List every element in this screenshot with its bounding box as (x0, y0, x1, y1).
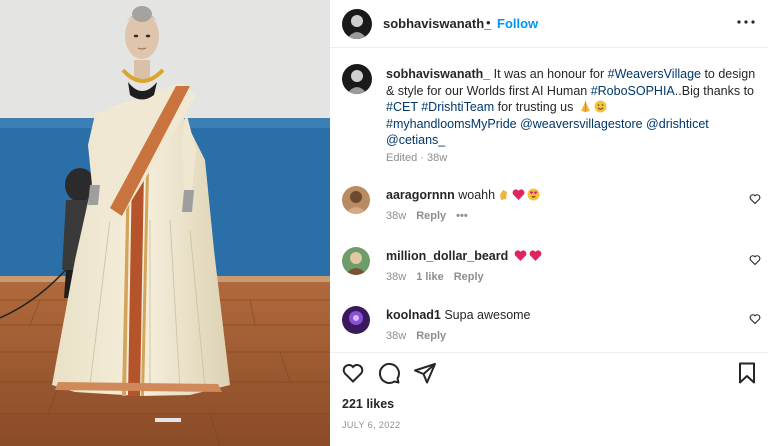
commenter-avatar[interactable] (342, 306, 370, 334)
post-header: sobhaviswanath_ • Follow (330, 0, 768, 48)
caption-text: sobhaviswanath_ It was an honour for #We… (386, 66, 758, 149)
post-action-bar (330, 352, 768, 388)
author-username[interactable]: sobhaviswanath_ (383, 16, 491, 31)
comment-like-heart-icon[interactable] (749, 193, 761, 205)
mention-link[interactable]: @weaversvillagestore (520, 117, 642, 131)
post-date: JULY 6, 2022 (342, 420, 401, 430)
commenter-username[interactable]: aaragornnn (386, 188, 455, 202)
heart-icon[interactable] (341, 361, 365, 385)
comment-meta: 38w Reply ••• (386, 210, 478, 222)
more-horizontal-icon[interactable] (734, 10, 758, 34)
heart-eyes-emoji (527, 188, 540, 201)
comment-body: woahh (454, 188, 496, 202)
post-photo[interactable] (0, 0, 330, 446)
comment-meta: 38w 1 like Reply (386, 271, 494, 283)
comment-item: koolnad1 Supa awesome 38w Reply (330, 302, 768, 354)
caption-text-part: It was an honour for (490, 67, 608, 81)
comment-text: koolnad1 Supa awesome (386, 308, 531, 322)
red-heart-emoji (529, 250, 542, 261)
hashtag-link[interactable]: #CET (386, 100, 418, 114)
smiling-face-emoji (594, 100, 607, 113)
bookmark-icon[interactable] (735, 361, 759, 385)
red-heart-emoji (512, 189, 525, 200)
comment-text: million_dollar_beard (386, 249, 542, 263)
folded-hands-emoji (580, 101, 590, 112)
comment-meta: 38w Reply (386, 330, 456, 342)
comment-body (508, 249, 511, 263)
comment-like-count[interactable]: 1 like (416, 271, 444, 283)
follow-button[interactable]: Follow (497, 16, 538, 31)
clapping-hands-emoji (500, 190, 508, 200)
separator-dot: • (486, 15, 491, 30)
reply-button[interactable]: Reply (416, 210, 446, 222)
comment-item: million_dollar_beard 38w 1 like Reply (330, 243, 768, 295)
comment-body: Supa awesome (440, 308, 531, 322)
mention-link[interactable]: @cetians_ (386, 133, 445, 147)
comment-item: aaragornnn woahh 38w Reply ••• (330, 182, 768, 234)
commenter-username[interactable]: koolnad1 (386, 308, 441, 322)
commenter-avatar[interactable] (342, 186, 370, 214)
caption-text-part: for trusting us (494, 100, 577, 114)
mention-link[interactable]: @drishticet (646, 117, 709, 131)
robot-sophia-in-saree-image (0, 0, 330, 446)
comment-like-heart-icon[interactable] (749, 313, 761, 325)
reply-button[interactable]: Reply (416, 330, 446, 342)
comment-time: 38w (386, 330, 407, 342)
comment-more-button[interactable]: ••• (456, 210, 468, 222)
likes-count[interactable]: 221 likes (342, 397, 394, 411)
commenter-avatar[interactable] (342, 247, 370, 275)
comment-icon[interactable] (377, 361, 401, 385)
comment-time: 38w (386, 210, 407, 222)
edited-timestamp: Edited · 38w (386, 152, 448, 164)
caption-username[interactable]: sobhaviswanath_ (386, 67, 490, 81)
comment-text: aaragornnn woahh (386, 188, 540, 202)
red-heart-emoji (514, 250, 527, 261)
hashtag-link[interactable]: #WeaversVillage (608, 67, 701, 81)
hashtag-link[interactable]: #RoboSOPHIA (591, 84, 675, 98)
comment-time: 38w (386, 271, 407, 283)
caption-author-avatar[interactable] (342, 64, 372, 94)
post-side-panel: sobhaviswanath_ • Follow sobhaviswanath_… (330, 0, 768, 446)
comment-like-heart-icon[interactable] (749, 254, 761, 266)
share-icon[interactable] (413, 361, 437, 385)
hashtag-link[interactable]: #myhandloomsMyPride (386, 117, 517, 131)
reply-button[interactable]: Reply (454, 271, 484, 283)
caption-text-part: ..Big thanks to (674, 83, 754, 98)
author-avatar[interactable] (342, 9, 372, 39)
hashtag-link[interactable]: #DrishtiTeam (421, 100, 494, 114)
commenter-username[interactable]: million_dollar_beard (386, 249, 508, 263)
